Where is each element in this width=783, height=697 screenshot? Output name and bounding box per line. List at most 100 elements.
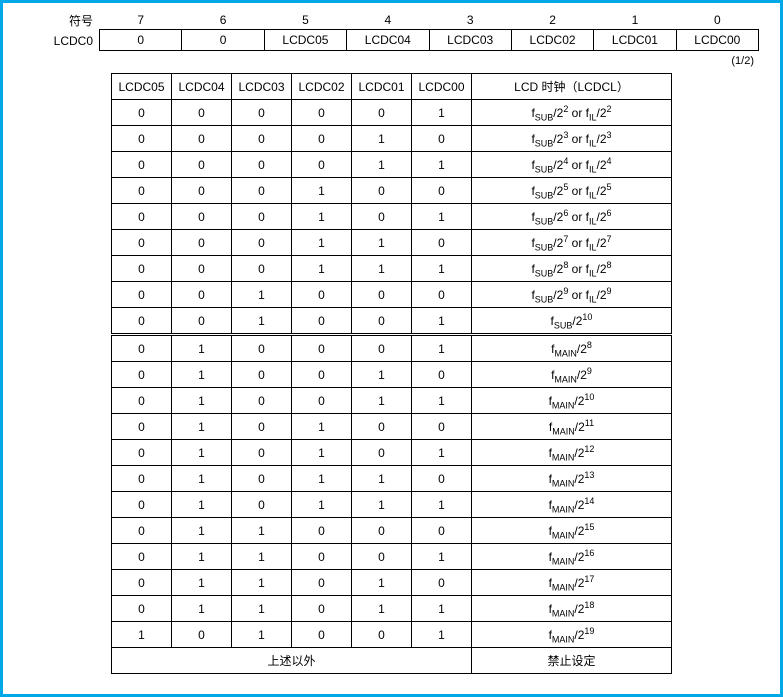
register-header: 符号 LCDC0 7 6 5 4 3 2 1 0 0 0 LCDC05 <box>13 11 770 51</box>
bit-cell: 1 <box>292 230 352 256</box>
bit-cell: 0 <box>112 230 172 256</box>
col-header: LCDC04 <box>172 74 232 100</box>
bit-cell: 0 <box>172 204 232 230</box>
bit-cell: 0 <box>292 622 352 648</box>
bit-cell: 0 <box>232 126 292 152</box>
bit-cell: 1 <box>412 440 472 466</box>
bit-cell: 1 <box>292 492 352 518</box>
bit-cell: 0 <box>112 178 172 204</box>
table-row: 000001fSUB/22 or fIL/22 <box>112 100 672 126</box>
bit-cell: 0 <box>172 126 232 152</box>
bit-cell: 0 <box>352 440 412 466</box>
table-row: 000011fSUB/24 or fIL/24 <box>112 152 672 178</box>
clock-cell: fSUB/210 <box>472 308 672 335</box>
bit-cell: 1 <box>232 282 292 308</box>
bit-cell: 1 <box>412 152 472 178</box>
bit-cell: 0 <box>412 362 472 388</box>
bit-cell: 1 <box>412 596 472 622</box>
table-row: 011011fMAIN/218 <box>112 596 672 622</box>
bit-cell: 1 <box>172 335 232 362</box>
bit-cell: 0 <box>112 518 172 544</box>
bit-cell: 1 <box>172 414 232 440</box>
table-row: 001001fSUB/210 <box>112 308 672 335</box>
bit-cell: 0 <box>352 622 412 648</box>
table-body-group1: 000001fSUB/22 or fIL/22000010fSUB/23 or … <box>112 100 672 335</box>
bit-cell: 0 <box>292 126 352 152</box>
bit-number: 4 <box>347 11 429 30</box>
bit-cell: 1 <box>352 362 412 388</box>
col-header: LCDC02 <box>292 74 352 100</box>
clock-cell: fMAIN/214 <box>472 492 672 518</box>
bit-cell: 0 <box>292 518 352 544</box>
bit-cell: 0 <box>232 204 292 230</box>
bit-cell: 0 <box>232 414 292 440</box>
clock-cell: fMAIN/215 <box>472 518 672 544</box>
bit-cell: 1 <box>172 518 232 544</box>
bit-cell: 1 <box>352 388 412 414</box>
table-row: 010110fMAIN/213 <box>112 466 672 492</box>
bit-cell: 1 <box>112 622 172 648</box>
table-footer-body: 上述以外 禁止设定 <box>112 648 672 674</box>
bit-cell: 0 <box>232 440 292 466</box>
bit-number-row: 7 6 5 4 3 2 1 0 <box>100 11 759 30</box>
bit-cell: 0 <box>112 492 172 518</box>
bit-cell: 1 <box>352 256 412 282</box>
clock-cell: fMAIN/212 <box>472 440 672 466</box>
table-row: 011000fMAIN/215 <box>112 518 672 544</box>
page-indicator: (1/2) <box>13 51 770 73</box>
clock-cell: fMAIN/216 <box>472 544 672 570</box>
table-row: 010101fMAIN/212 <box>112 440 672 466</box>
bit-name: LCDC02 <box>511 30 593 51</box>
table-row: 000100fSUB/25 or fIL/25 <box>112 178 672 204</box>
bit-cell: 0 <box>412 518 472 544</box>
bit-name: 0 <box>182 30 264 51</box>
clock-cell: fMAIN/217 <box>472 570 672 596</box>
bit-cell: 0 <box>292 282 352 308</box>
bit-cell: 1 <box>232 596 292 622</box>
bit-cell: 0 <box>412 466 472 492</box>
bit-cell: 1 <box>172 440 232 466</box>
bit-cell: 1 <box>352 152 412 178</box>
bit-cell: 0 <box>112 440 172 466</box>
bit-cell: 0 <box>412 230 472 256</box>
table-header-row: LCDC05 LCDC04 LCDC03 LCDC02 LCDC01 LCDC0… <box>112 74 672 100</box>
bit-cell: 1 <box>352 126 412 152</box>
clock-cell: fSUB/28 or fIL/28 <box>472 256 672 282</box>
bit-name: LCDC04 <box>347 30 429 51</box>
bit-cell: 1 <box>172 466 232 492</box>
bit-cell: 1 <box>172 544 232 570</box>
bit-cell: 1 <box>172 596 232 622</box>
bit-cell: 0 <box>292 570 352 596</box>
bit-cell: 0 <box>172 622 232 648</box>
bit-cell: 0 <box>292 335 352 362</box>
bit-cell: 0 <box>112 256 172 282</box>
bit-cell: 0 <box>112 100 172 126</box>
register-name-label: LCDC0 <box>13 31 93 51</box>
table-row: 010011fMAIN/210 <box>112 388 672 414</box>
bit-cell: 0 <box>232 335 292 362</box>
clock-cell: fMAIN/213 <box>472 466 672 492</box>
clock-cell: fSUB/27 or fIL/27 <box>472 230 672 256</box>
table-row: 000010fSUB/23 or fIL/23 <box>112 126 672 152</box>
bit-cell: 0 <box>232 466 292 492</box>
table-row: 001000fSUB/29 or fIL/29 <box>112 282 672 308</box>
bit-cell: 1 <box>412 622 472 648</box>
bit-cell: 0 <box>232 256 292 282</box>
bit-cell: 1 <box>292 414 352 440</box>
table-row: 010010fMAIN/29 <box>112 362 672 388</box>
table-row: 000110fSUB/27 or fIL/27 <box>112 230 672 256</box>
bit-cell: 0 <box>352 204 412 230</box>
bit-number: 0 <box>676 11 758 30</box>
bit-cell: 1 <box>412 388 472 414</box>
bit-cell: 0 <box>352 335 412 362</box>
bit-cell: 0 <box>292 388 352 414</box>
bit-cell: 1 <box>172 362 232 388</box>
table-row: 010111fMAIN/214 <box>112 492 672 518</box>
bit-cell: 0 <box>112 362 172 388</box>
bit-cell: 0 <box>292 544 352 570</box>
bit-cell: 0 <box>172 178 232 204</box>
bit-cell: 1 <box>352 596 412 622</box>
bit-cell: 1 <box>232 544 292 570</box>
bit-cell: 1 <box>172 570 232 596</box>
bit-cell: 0 <box>112 570 172 596</box>
